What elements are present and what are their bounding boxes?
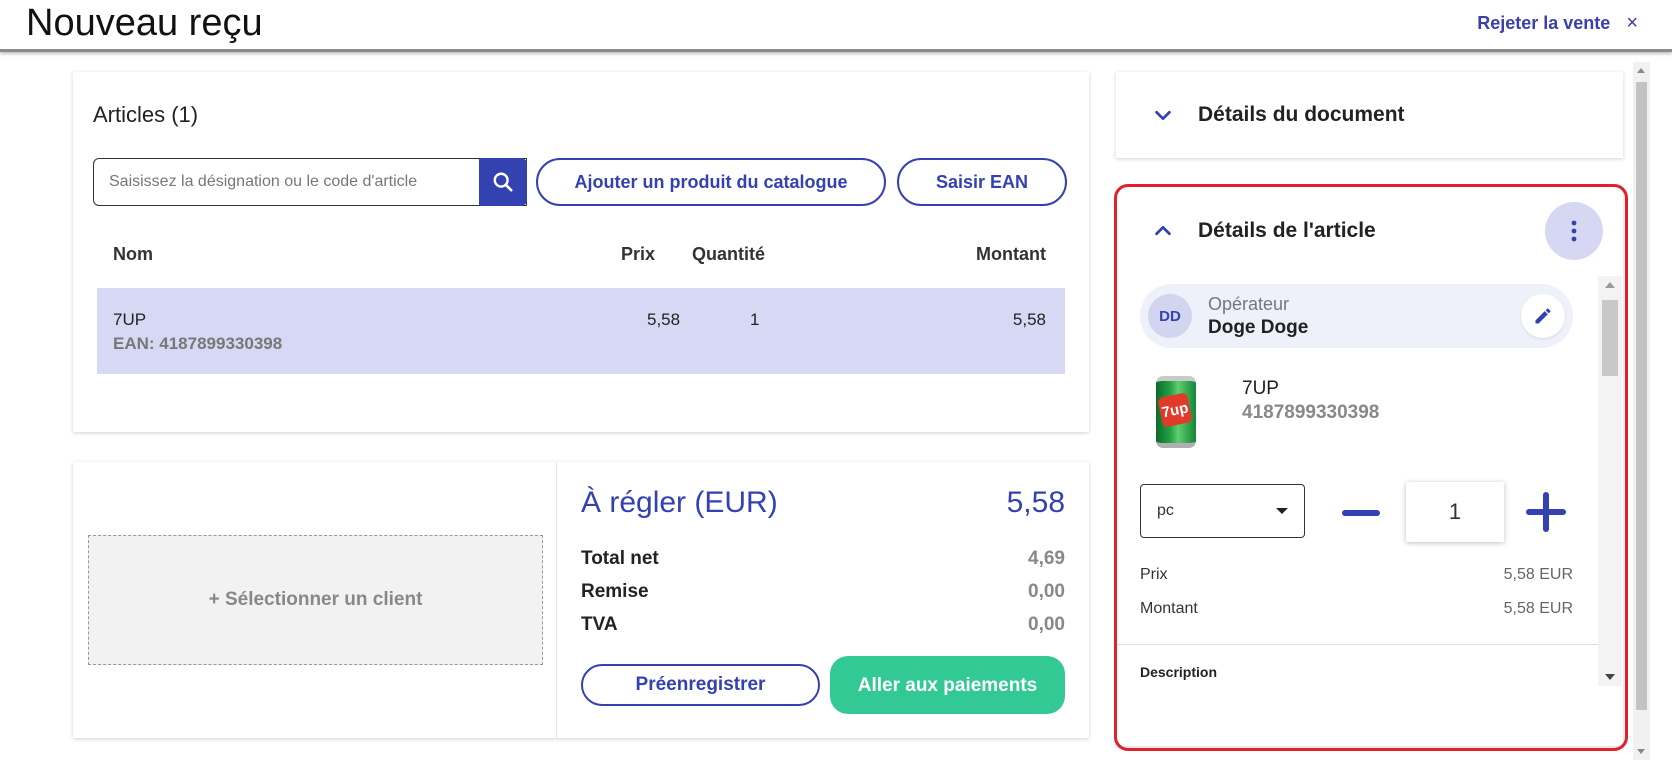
caret-down-icon [1276,508,1288,514]
close-icon[interactable]: × [1626,12,1638,35]
product-ean: 4187899330398 [1242,402,1380,423]
reject-sale-button[interactable]: Rejeter la vente × [1477,12,1638,35]
panel-scrollbar[interactable] [1598,276,1622,686]
increase-quantity-button[interactable] [1526,492,1566,532]
row-quantity: 1 [750,310,760,329]
more-options-button[interactable] [1545,202,1603,260]
page-title: Nouveau reçu [26,2,263,44]
document-details-title[interactable]: Détails du document [1198,103,1405,127]
panel-scrollbar-thumb[interactable] [1602,300,1618,376]
column-header-amount[interactable]: Montant [976,244,1046,265]
operator-label: Opérateur [1208,294,1290,314]
row-product-ean: EAN: 4187899330398 [113,334,283,353]
more-vertical-icon [1571,220,1577,242]
edit-operator-button[interactable] [1521,294,1565,338]
soda-can-icon: 7up [1156,376,1196,448]
page-scrollbar-thumb[interactable] [1636,82,1647,710]
reject-sale-label: Rejeter la vente [1477,13,1611,33]
amount-due-value: 5,58 [1006,486,1065,519]
scroll-up-icon[interactable] [1605,282,1615,288]
summary-divider [556,462,557,738]
column-header-quantity[interactable]: Quantité [692,244,765,265]
search-input[interactable]: Saisissez la désignation ou le code d'ar… [93,158,527,206]
table-row[interactable]: 7UP EAN: 4187899330398 5,58 1 5,58 [97,288,1065,374]
preregister-button[interactable]: Préenregistrer [581,664,820,706]
decrease-quantity-button[interactable] [1342,510,1380,516]
chevron-down-icon[interactable] [1148,100,1178,130]
chevron-up-icon[interactable] [1148,216,1178,246]
page-scroll-up-icon[interactable] [1637,68,1645,73]
vat-label: TVA [581,614,618,635]
row-product-name: 7UP [113,310,147,329]
payment-summary-card: + Sélectionner un client À régler (EUR) … [73,462,1089,738]
vat-value: 0,00 [1028,614,1065,635]
articles-card: Articles (1) Saisissez la désignation ou… [73,72,1089,432]
amount-value: 5,58 EUR [1503,600,1573,617]
avatar: DD [1148,294,1192,338]
unit-select-value: pc [1157,502,1174,519]
row-price: 5,58 [647,310,681,329]
description-label: Description [1140,664,1218,680]
price-label: Prix [1140,566,1168,583]
column-header-price[interactable]: Prix [621,244,655,265]
select-client-button[interactable]: + Sélectionner un client [88,535,543,665]
amount-due-label: À régler (EUR) [581,486,778,519]
top-bar: Nouveau reçu Rejeter la vente × [0,0,1672,52]
amount-label: Montant [1140,600,1198,617]
page-scrollbar[interactable] [1633,62,1650,760]
total-net-label: Total net [581,548,659,569]
price-value: 5,58 EUR [1503,566,1573,583]
row-amount: 5,58 [1012,310,1046,329]
product-name: 7UP [1242,378,1279,399]
enter-ean-button[interactable]: Saisir EAN [897,158,1067,206]
search-button[interactable] [479,158,527,206]
search-icon [493,172,513,192]
document-details-panel: Détails du document [1116,72,1623,158]
product-logo: 7up [1157,392,1193,428]
divider [1116,644,1598,645]
go-to-payments-button[interactable]: Aller aux paiements [830,656,1065,714]
discount-value: 0,00 [1028,581,1065,602]
page-scroll-down-icon[interactable] [1637,749,1645,754]
add-catalog-product-button[interactable]: Ajouter un produit du catalogue [536,158,886,206]
total-net-value: 4,69 [1028,548,1065,569]
column-header-name[interactable]: Nom [113,244,153,265]
operator-chip: DD Opérateur Doge Doge [1140,284,1573,348]
article-details-panel: Détails de l'article DD Opérateur Doge D… [1116,186,1623,746]
operator-name: Doge Doge [1208,317,1309,338]
discount-label: Remise [581,581,649,602]
article-details-title[interactable]: Détails de l'article [1198,219,1376,243]
articles-title: Articles (1) [93,102,199,127]
pencil-icon [1535,308,1551,324]
unit-select[interactable]: pc [1140,484,1305,538]
quantity-input[interactable]: 1 [1406,482,1504,542]
scroll-down-icon[interactable] [1605,674,1615,680]
